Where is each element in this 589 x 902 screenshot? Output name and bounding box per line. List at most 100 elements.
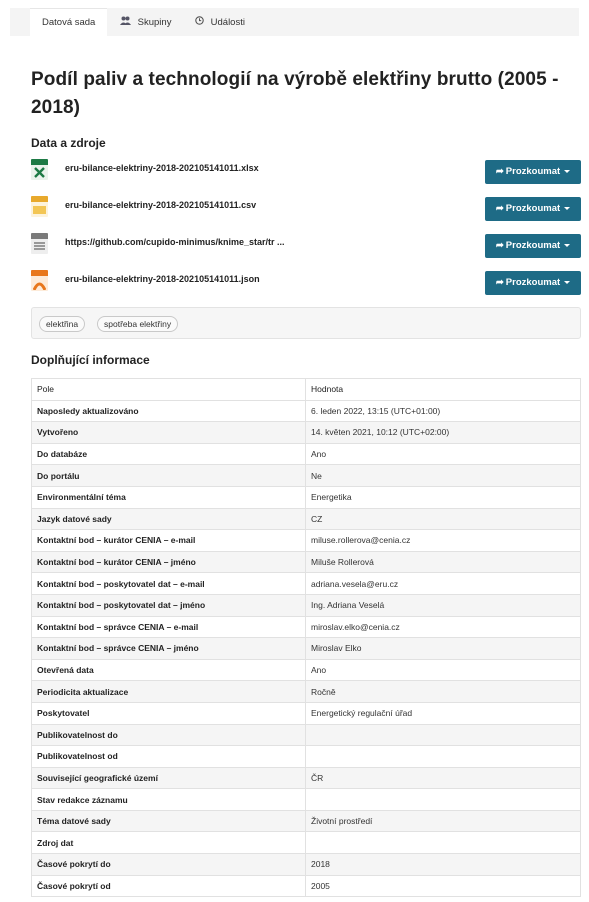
resource-name[interactable]: https://github.com/cupido-minimus/knime_… <box>65 237 285 247</box>
additional-info-table: Pole Hodnota Naposledy aktualizováno 6. l… <box>31 378 581 898</box>
tab-activity-label: Události <box>210 17 245 28</box>
field-name: Téma datové sady <box>31 809 306 833</box>
field-name: Časové pokrytí od <box>31 874 306 898</box>
field-name: Kontaktní bod – správce CENIA – jméno <box>31 637 306 660</box>
csv-file-icon <box>31 196 48 217</box>
tab-activity[interactable]: Události <box>195 8 245 36</box>
table-row: Kontaktní bod – poskytovatel dat – e-mai… <box>31 572 581 595</box>
field-value: miluse.rollerova@cenia.cz <box>305 529 581 552</box>
xlsx-file-icon <box>31 159 48 180</box>
resource-name[interactable]: eru-bilance-elektriny-2018-202105141011.… <box>65 163 259 173</box>
resource-item: https://github.com/cupido-minimus/knime_… <box>31 233 581 263</box>
field-name: Otevřená data <box>31 658 306 682</box>
table-row: Kontaktní bod – poskytovatel dat – jméno… <box>31 593 581 617</box>
table-row: Kontaktní bod – správce CENIA – e-mail mi… <box>31 615 581 639</box>
page-title: Podíl paliv a technologií na výrobě elek… <box>31 69 559 118</box>
table-row: Periodicita aktualizace Ročně <box>31 680 581 703</box>
field-value: Ano <box>305 442 581 466</box>
field-value: adriana.vesela@eru.cz <box>305 572 581 595</box>
json-file-icon <box>31 270 48 291</box>
tag-pill[interactable]: spotřeba elektřiny <box>97 316 179 332</box>
share-arrow-icon: ➦ <box>495 240 504 251</box>
resource-item: eru-bilance-elektriny-2018-202105141011.… <box>31 196 581 226</box>
field-value <box>305 723 581 747</box>
table-row: Otevřená data Ano <box>31 658 581 682</box>
table-header-row: Pole Hodnota <box>31 378 581 401</box>
field-value: CZ <box>305 507 581 531</box>
field-name: Vytvořeno <box>31 421 306 444</box>
field-name: Časové pokrytí do <box>31 853 306 876</box>
table-row: Stav redakce záznamu <box>31 788 581 811</box>
table-row: Téma datové sady Životní prostředí <box>31 809 581 833</box>
table-row: Vytvořeno 14. květen 2021, 10:12 (UTC+02:… <box>31 421 581 444</box>
table-row: Environmentální téma Energetika <box>31 485 581 509</box>
tab-dataset[interactable]: Datová sada <box>30 8 108 36</box>
dataset-tabs: Datová sada Skupiny Události <box>10 8 579 36</box>
explore-button[interactable]: ➦ Prozkoumat <box>485 234 581 258</box>
tag-pill[interactable]: elektřina <box>39 316 86 332</box>
explore-label: Prozkoumat <box>505 166 561 177</box>
field-value: Miluše Rollerová <box>305 550 581 574</box>
field-name: Stav redakce záznamu <box>31 788 306 811</box>
table-row: Jazyk datové sady CZ <box>31 507 581 531</box>
explore-label: Prozkoumat <box>505 240 561 251</box>
field-name: Kontaktní bod – kurátor CENIA – e-mail <box>31 529 306 552</box>
explore-button[interactable]: ➦ Prozkoumat <box>485 197 581 221</box>
field-value: Energetika <box>305 485 581 509</box>
column-header: Pole <box>31 378 306 401</box>
table-row: Do databáze Ano <box>31 442 581 466</box>
field-name: Environmentální téma <box>31 485 306 509</box>
additional-info-heading: Doplňující informace <box>31 353 150 367</box>
field-value: 2018 <box>305 853 581 876</box>
caret-down-icon <box>564 243 571 247</box>
column-header: Hodnota <box>305 378 581 401</box>
table-row: Poskytovatel Energetický regulační úřad <box>31 701 581 725</box>
field-name: Zdroj dat <box>31 831 306 855</box>
field-value: 6. leden 2022, 13:15 (UTC+01:00) <box>305 399 581 423</box>
clock-icon <box>195 8 204 36</box>
field-value: ČR <box>305 766 581 790</box>
resource-name[interactable]: eru-bilance-elektriny-2018-202105141011.… <box>65 274 260 284</box>
resource-name[interactable]: eru-bilance-elektriny-2018-202105141011.… <box>65 200 256 210</box>
field-value: Ročně <box>305 680 581 703</box>
field-value: Ano <box>305 658 581 682</box>
explore-button[interactable]: ➦ Prozkoumat <box>485 271 581 295</box>
field-name: Související geografické území <box>31 766 306 790</box>
field-name: Kontaktní bod – poskytovatel dat – jméno <box>31 593 306 617</box>
table-row: Související geografické území ČR <box>31 766 581 790</box>
field-value: Miroslav Elko <box>305 637 581 660</box>
field-value: Životní prostředí <box>305 809 581 833</box>
tab-groups[interactable]: Skupiny <box>120 8 171 36</box>
share-arrow-icon: ➦ <box>495 277 504 288</box>
share-arrow-icon: ➦ <box>495 166 504 177</box>
explore-label: Prozkoumat <box>505 203 561 214</box>
field-value: Ing. Adriana Veselá <box>305 593 581 617</box>
table-row: Zdroj dat <box>31 831 581 855</box>
explore-button[interactable]: ➦ Prozkoumat <box>485 160 581 184</box>
tag-list: elektřina spotřeba elektřiny <box>31 307 581 339</box>
field-value <box>305 788 581 811</box>
table-row: Časové pokrytí od 2005 <box>31 874 581 898</box>
field-name: Publikovatelnost do <box>31 723 306 747</box>
caret-down-icon <box>564 206 571 210</box>
table-row: Kontaktní bod – správce CENIA – jméno Mir… <box>31 637 581 660</box>
users-icon <box>120 8 131 36</box>
field-name: Periodicita aktualizace <box>31 680 306 703</box>
field-value <box>305 745 581 768</box>
field-value: 2005 <box>305 874 581 898</box>
resource-item: eru-bilance-elektriny-2018-202105141011.… <box>31 270 581 300</box>
field-name: Kontaktní bod – kurátor CENIA – jméno <box>31 550 306 574</box>
table-row: Publikovatelnost od <box>31 745 581 768</box>
caret-down-icon <box>564 169 571 173</box>
table-row: Časové pokrytí do 2018 <box>31 853 581 876</box>
caret-down-icon <box>564 280 571 284</box>
field-name: Poskytovatel <box>31 701 306 725</box>
table-row: Do portálu Ne <box>31 464 581 487</box>
tab-dataset-label: Datová sada <box>42 17 96 28</box>
field-name: Kontaktní bod – poskytovatel dat – e-mai… <box>31 572 306 595</box>
table-row: Naposledy aktualizováno 6. leden 2022, 13… <box>31 399 581 423</box>
table-row: Kontaktní bod – kurátor CENIA – jméno Mil… <box>31 550 581 574</box>
field-name: Jazyk datové sady <box>31 507 306 531</box>
field-name: Naposledy aktualizováno <box>31 399 306 423</box>
field-value: Ne <box>305 464 581 487</box>
